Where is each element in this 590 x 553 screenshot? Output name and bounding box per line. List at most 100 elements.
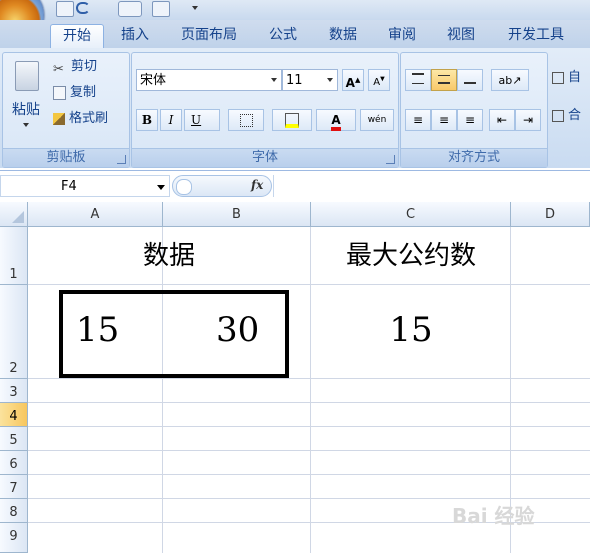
row-header-5[interactable]: 5 bbox=[0, 427, 28, 451]
redo-icon[interactable] bbox=[118, 1, 142, 17]
tab-view[interactable]: 视图 bbox=[436, 24, 486, 48]
row-header-6[interactable]: 6 bbox=[0, 451, 28, 475]
cell-a2[interactable]: 15 bbox=[76, 310, 119, 350]
cut-button[interactable]: ✂ 剪切 bbox=[53, 57, 97, 77]
font-size-combo[interactable]: 11 bbox=[282, 69, 338, 91]
align-bottom-icon bbox=[464, 74, 476, 84]
orientation-button[interactable]: ab↗ bbox=[491, 69, 529, 91]
grid-line bbox=[28, 378, 590, 379]
align-middle-icon bbox=[438, 75, 450, 84]
row-header-3[interactable]: 3 bbox=[0, 379, 28, 403]
row-header-1[interactable]: 1 bbox=[0, 227, 28, 285]
tab-developer[interactable]: 开发工具 bbox=[496, 24, 576, 48]
cell-c1[interactable]: 最大公约数 bbox=[311, 227, 511, 285]
outdent-icon: ⇤ bbox=[496, 113, 508, 127]
ribbon-tabs: 开始 插入 页面布局 公式 数据 审阅 视图 开发工具 bbox=[0, 20, 590, 49]
align-center-button[interactable]: ≡ bbox=[431, 109, 457, 131]
align-right-button[interactable]: ≡ bbox=[457, 109, 483, 131]
undo-icon[interactable] bbox=[76, 2, 90, 14]
tab-formulas[interactable]: 公式 bbox=[258, 24, 308, 48]
row-number: 2 bbox=[9, 361, 18, 376]
font-name-combo[interactable]: 宋体 bbox=[136, 69, 282, 91]
grid-line bbox=[28, 426, 590, 427]
copy-label: 复制 bbox=[70, 85, 97, 100]
align-left-button[interactable]: ≡ bbox=[405, 109, 431, 131]
formula-input[interactable] bbox=[273, 175, 590, 197]
shrink-font-icon: A▼ bbox=[373, 76, 385, 89]
column-header-d[interactable]: D bbox=[511, 202, 590, 227]
tab-review[interactable]: 审阅 bbox=[377, 24, 427, 48]
grid-line bbox=[28, 474, 590, 475]
grid-line bbox=[28, 402, 590, 403]
italic-button[interactable]: I bbox=[160, 109, 182, 131]
row-header-2[interactable]: 2 bbox=[0, 285, 28, 379]
align-middle-button[interactable] bbox=[431, 69, 457, 91]
grow-font-button[interactable]: A▲ bbox=[342, 69, 364, 91]
formula-buttons: fx bbox=[172, 175, 272, 197]
wrap-text-label: 自 bbox=[568, 70, 582, 85]
tab-data[interactable]: 数据 bbox=[318, 24, 368, 48]
align-top-button[interactable] bbox=[405, 69, 431, 91]
row-header-9[interactable]: 9 bbox=[0, 523, 28, 553]
clipboard-launcher-icon[interactable] bbox=[117, 155, 126, 164]
indent-icon: ⇥ bbox=[522, 113, 534, 127]
merge-center-button[interactable]: 合 bbox=[552, 106, 581, 126]
phonetic-button[interactable]: wén bbox=[360, 109, 394, 131]
grid-line bbox=[28, 498, 590, 499]
orientation-icon: ab↗ bbox=[498, 74, 522, 87]
align-right-icon: ≡ bbox=[464, 113, 476, 127]
tab-home[interactable]: 开始 bbox=[50, 24, 104, 49]
border-icon bbox=[239, 114, 253, 127]
wrap-text-button[interactable]: 自 bbox=[552, 68, 581, 88]
column-header-b[interactable]: B bbox=[163, 202, 311, 227]
row-header-7[interactable]: 7 bbox=[0, 475, 28, 499]
format-painter-button[interactable]: 格式刷 bbox=[53, 109, 108, 129]
column-header-c[interactable]: C bbox=[311, 202, 511, 227]
tab-insert[interactable]: 插入 bbox=[110, 24, 160, 48]
save-icon[interactable] bbox=[56, 1, 74, 17]
tab-page-layout[interactable]: 页面布局 bbox=[170, 24, 248, 48]
row-number: 8 bbox=[9, 505, 18, 520]
paste-button[interactable]: 粘贴 bbox=[9, 57, 43, 135]
fill-color-button[interactable] bbox=[272, 109, 312, 131]
increase-indent-button[interactable]: ⇥ bbox=[515, 109, 541, 131]
worksheet-grid: A B C D 1 2 3 4 5 6 7 8 9 数据 最大公约数 15 30… bbox=[0, 202, 590, 553]
borders-button[interactable] bbox=[228, 109, 264, 131]
select-all-icon bbox=[12, 211, 24, 223]
row-header-4[interactable]: 4 bbox=[0, 403, 28, 427]
align-center-icon: ≡ bbox=[438, 113, 450, 127]
bold-button[interactable]: B bbox=[136, 109, 158, 131]
expand-icon[interactable] bbox=[176, 179, 192, 195]
camera-icon[interactable] bbox=[152, 1, 170, 17]
font-launcher-icon[interactable] bbox=[386, 155, 395, 164]
paste-label: 粘贴 bbox=[12, 102, 40, 118]
row-number: 6 bbox=[9, 457, 18, 472]
chevron-down-icon bbox=[271, 78, 277, 82]
copy-button[interactable]: 复制 bbox=[53, 83, 96, 103]
cell-a1[interactable]: 数据 bbox=[28, 227, 310, 285]
row-number: 4 bbox=[9, 409, 18, 424]
align-left-icon: ≡ bbox=[412, 113, 424, 127]
cell-b2[interactable]: 30 bbox=[216, 310, 259, 350]
select-all-corner[interactable] bbox=[0, 202, 28, 227]
copy-icon bbox=[53, 85, 66, 100]
font-group: 宋体 11 A▲ A▼ B I U A wén 字体 bbox=[131, 52, 399, 168]
clipboard-group-label: 剪贴板 bbox=[3, 148, 129, 167]
ribbon-body: 粘贴 ✂ 剪切 复制 格式刷 剪贴板 宋体 11 A▲ A▼ B I U A wé… bbox=[0, 48, 590, 168]
name-box[interactable]: F4 bbox=[0, 175, 170, 197]
font-color-icon: A bbox=[331, 114, 341, 131]
customize-qat-icon[interactable] bbox=[192, 6, 198, 10]
merge-icon bbox=[552, 109, 564, 122]
underline-button[interactable]: U bbox=[184, 109, 220, 131]
shrink-font-button[interactable]: A▼ bbox=[368, 69, 390, 91]
cell-c2[interactable]: 15 bbox=[311, 310, 511, 350]
column-header-a[interactable]: A bbox=[28, 202, 163, 227]
insert-function-icon[interactable]: fx bbox=[251, 178, 263, 192]
phonetic-icon: wén bbox=[367, 115, 387, 125]
font-color-button[interactable]: A bbox=[316, 109, 356, 131]
decrease-indent-button[interactable]: ⇤ bbox=[489, 109, 515, 131]
align-bottom-button[interactable] bbox=[457, 69, 483, 91]
alignment-group-label: 对齐方式 bbox=[401, 148, 547, 167]
scissors-icon: ✂ bbox=[53, 61, 64, 77]
row-header-8[interactable]: 8 bbox=[0, 499, 28, 523]
